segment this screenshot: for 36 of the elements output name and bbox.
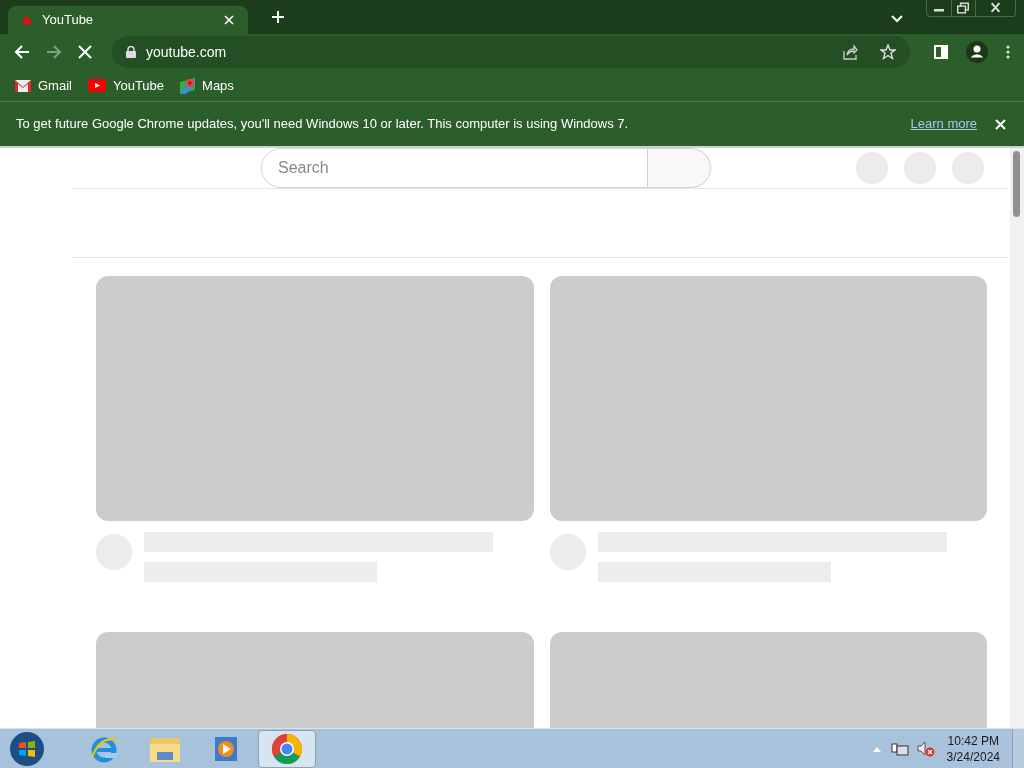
search-field[interactable]: Search [261,148,648,188]
share-icon[interactable] [842,44,858,60]
close-icon[interactable] [995,118,1006,130]
update-message: To get future Google Chrome updates, you'll need Windows 10 or later. This computer is using Windows 7. [16,115,630,134]
bookmark-item[interactable]: YouTube [87,75,165,96]
back-arrow-icon[interactable] [14,44,30,60]
start-orb-icon[interactable] [9,730,45,767]
tab-title: YouTube [42,11,95,30]
learn-more-link[interactable]: Learn more [910,114,977,134]
bookmark-item[interactable]: Gmail [15,75,72,96]
taskbar-app[interactable] [258,729,316,768]
media-player-icon [213,734,239,763]
mail-icon [15,79,31,92]
browser-tab[interactable]: YouTube [8,6,248,34]
profile-icon[interactable] [966,41,988,63]
map-pin-icon [180,77,196,94]
stop-loading-icon[interactable] [78,45,92,59]
play-icon [87,79,106,92]
muted-speaker-icon[interactable] [916,740,935,757]
clock-date: 3/24/2024 [946,748,1000,765]
address-bar[interactable]: youtube.com [112,36,910,68]
menu-icon[interactable] [1006,45,1010,59]
network-icon[interactable] [890,740,909,757]
bookmark-item[interactable]: Maps [180,75,234,96]
lock-icon [126,46,136,58]
chrome-logo-icon [271,732,303,765]
scrollbar-thumb[interactable] [1013,151,1020,217]
close-icon[interactable] [224,15,234,25]
dropdown-icon[interactable] [891,15,903,23]
new-tab-icon[interactable] [271,10,285,24]
tab-favicon-icon [22,15,32,25]
clock-time: 10:42 PM [947,732,999,749]
url-text: youtube.com [146,42,228,62]
star-icon[interactable] [880,44,896,60]
side-panel-icon[interactable] [934,45,948,59]
forward-arrow-icon[interactable] [46,44,62,60]
